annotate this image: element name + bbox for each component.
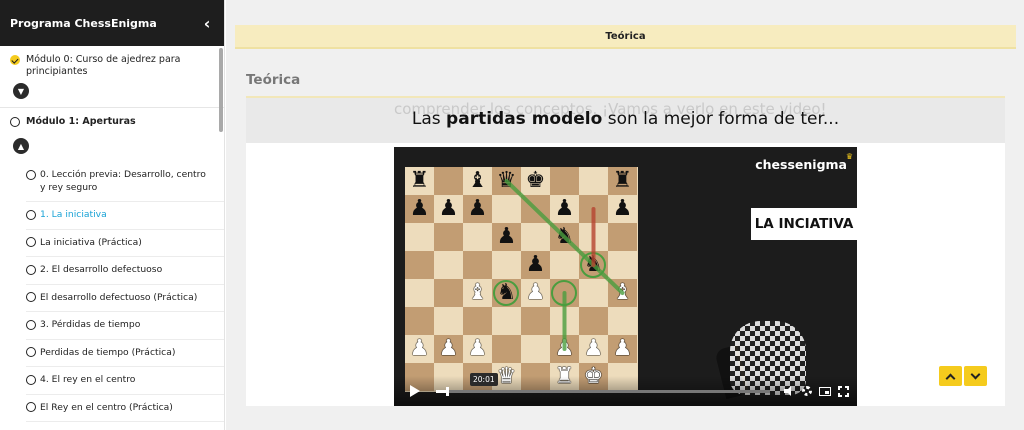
lesson-item[interactable]: La iniciativa (Práctica) <box>26 230 224 257</box>
sidebar-title: Programa ChessEnigma <box>10 16 157 30</box>
circle-icon <box>26 347 36 357</box>
circle-icon <box>10 117 20 127</box>
lesson-label: La iniciativa (Práctica) <box>40 236 142 248</box>
volume-icon[interactable] <box>784 386 795 396</box>
video-controls: 20:01 <box>394 372 857 406</box>
gear-icon[interactable] <box>802 386 812 396</box>
expand-module-0-button[interactable]: ▼ <box>13 83 29 99</box>
lesson-list: 0. Lección previa: Desarrollo, centro y … <box>0 162 224 422</box>
lesson-nav <box>937 366 987 386</box>
sidebar-scrollbar[interactable] <box>219 48 223 132</box>
module-1-label: Módulo 1: Aperturas <box>26 116 136 127</box>
module-0-label: Módulo 0: Curso de ajedrez para principi… <box>26 54 181 77</box>
chevron-up-icon: ▲ <box>17 141 25 151</box>
video-card: comprender los conceptos. ¡Vamos a verlo… <box>246 96 1005 406</box>
play-icon[interactable] <box>410 385 420 397</box>
tab-label: Teórica <box>605 30 646 42</box>
lesson-item[interactable]: 2. El desarrollo defectuoso <box>26 257 224 285</box>
lesson-label: Perdidas de tiempo (Práctica) <box>40 346 176 358</box>
tab-teorica[interactable]: Teórica <box>235 25 1016 49</box>
lesson-item[interactable]: El Rey en el centro (Práctica) <box>26 395 224 422</box>
lesson-label: El desarrollo defectuoso (Práctica) <box>40 291 198 303</box>
progress-fill <box>436 389 447 393</box>
collapse-module-1-button[interactable]: ▲ <box>13 138 29 154</box>
lesson-item[interactable]: Perdidas de tiempo (Práctica) <box>26 340 224 367</box>
caption-post: son la mejor forma de ter... <box>602 109 840 129</box>
lesson-item[interactable]: El desarrollo defectuoso (Práctica) <box>26 285 224 312</box>
lesson-item[interactable]: 1. La iniciativa <box>26 202 224 230</box>
chevron-left-icon[interactable]: ‹ <box>200 14 214 33</box>
module-0[interactable]: Módulo 0: Curso de ajedrez para principi… <box>0 46 224 108</box>
lesson-label: 3. Pérdidas de tiempo <box>40 319 141 330</box>
hover-time: 20:01 <box>470 372 498 386</box>
module-1[interactable]: Módulo 1: Aperturas ▲ <box>0 108 224 162</box>
circle-icon <box>26 292 36 302</box>
caption-pre: Las <box>411 109 447 129</box>
caption-bold: partidas modelo <box>446 109 603 129</box>
circle-icon <box>26 402 36 412</box>
lesson-label: 1. La iniciativa <box>40 209 107 220</box>
circle-icon <box>26 209 36 220</box>
lesson-item[interactable]: 4. El rey en el centro <box>26 367 224 395</box>
chevron-down-icon: ▼ <box>17 86 25 96</box>
circle-icon <box>26 264 36 275</box>
caption-current: Las partidas modelo son la mejor forma d… <box>246 109 1005 129</box>
lesson-label: 4. El rey en el centro <box>40 374 136 385</box>
lesson-label: 0. Lección previa: Desarrollo, centro y … <box>40 169 206 193</box>
brand-text: chessenigma <box>755 157 847 172</box>
fullscreen-icon[interactable] <box>838 385 849 397</box>
move-arrows <box>504 179 625 351</box>
previous-button[interactable] <box>939 366 962 386</box>
lesson-label: 2. El desarrollo defectuoso <box>40 264 163 275</box>
circle-icon <box>26 319 36 330</box>
circle-icon <box>26 169 36 180</box>
arrow-green-diagonal <box>504 179 596 267</box>
app: Programa ChessEnigma ‹ Módulo 0: Curso d… <box>0 0 1024 430</box>
pip-icon[interactable] <box>819 386 831 396</box>
next-button[interactable] <box>964 366 987 386</box>
video-title-overlay: LA INCIATIVA <box>751 208 857 240</box>
sidebar-header: Programa ChessEnigma ‹ <box>0 0 224 46</box>
circle-icon <box>26 374 36 385</box>
check-circle-icon <box>10 55 20 65</box>
main-content: Teórica Teórica comprender los conceptos… <box>226 0 1024 430</box>
progress-bar[interactable]: 20:01 <box>436 372 770 396</box>
course-sidebar: Programa ChessEnigma ‹ Módulo 0: Curso d… <box>0 0 225 430</box>
chess-board: ♜♝♛♚♜♟♟♟♟♟♟♞♟♞♝♞♟♝♟♟♟♟♟♟♛♜♚ <box>405 167 638 392</box>
lesson-item[interactable]: 0. Lección previa: Desarrollo, centro y … <box>26 162 224 202</box>
arrow-green-short <box>591 263 625 295</box>
module-0-row[interactable]: Módulo 0: Curso de ajedrez para principi… <box>10 54 214 78</box>
lesson-label: El Rey en el centro (Práctica) <box>40 401 173 413</box>
module-1-row[interactable]: Módulo 1: Aperturas <box>10 116 214 128</box>
video-player[interactable]: ♜♝♛♚♜♟♟♟♟♟♟♞♟♞♝♞♟♝♟♟♟♟♟♟♛♜♚ chessenigma … <box>394 147 857 406</box>
chevron-down-icon <box>970 369 981 379</box>
section-title: Teórica <box>246 72 301 88</box>
chevron-up-icon <box>945 373 956 383</box>
caption-bar: comprender los conceptos. ¡Vamos a verlo… <box>246 98 1005 143</box>
crown-icon: ♛ <box>845 152 853 161</box>
lesson-item[interactable]: 3. Pérdidas de tiempo <box>26 312 224 340</box>
progress-handle[interactable] <box>446 386 450 396</box>
circle-icon <box>26 237 36 247</box>
brand-logo: chessenigma ♛ <box>755 152 853 172</box>
